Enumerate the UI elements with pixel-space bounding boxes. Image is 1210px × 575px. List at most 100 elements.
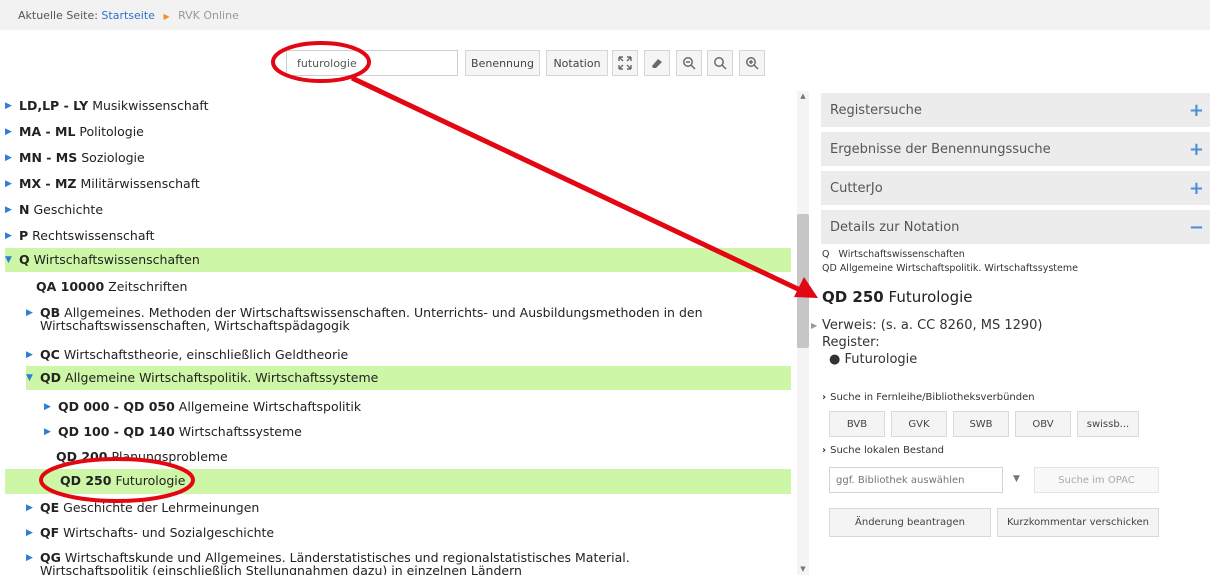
expand-triangle-icon[interactable]: ▶	[5, 228, 19, 244]
send-comment-button[interactable]: Kurzkommentar verschicken	[997, 508, 1159, 537]
tree-item-code: QD 200	[56, 449, 108, 464]
tree-item-code: P	[19, 228, 29, 243]
tree-item-expanded[interactable]: ▼ Q Wirtschaftswissenschaften	[5, 248, 791, 272]
tree-item-code: QE	[40, 500, 60, 515]
expand-triangle-icon[interactable]: ▶	[44, 399, 58, 415]
tree-item-code: QD 000 - QD 050	[58, 399, 175, 414]
accordion-details[interactable]: Details zur Notation −	[821, 210, 1210, 244]
tree-item-text: QG Wirtschaftskunde und Allgemeines. Länd…	[40, 550, 630, 575]
tree-item[interactable]: ▶ QC Wirtschaftstheorie, einschließlich G…	[26, 343, 791, 363]
tree-item-code: QA 10000	[36, 279, 105, 294]
tree-item-label: Politologie	[79, 124, 144, 139]
classification-tree: ▶ LD,LP - LY Musikwissenschaft ▶ MA - ML P…	[0, 91, 795, 575]
details-verweis: Verweis: (s. a. CC 8260, MS 1290)	[822, 318, 1043, 333]
lokal-title-text: Suche lokalen Bestand	[830, 445, 945, 456]
tree-item-expanded[interactable]: ▼ QD Allgemeine Wirtschaftspolitik. Wirts…	[26, 366, 791, 390]
library-button-swissbib[interactable]: swissb...	[1077, 411, 1139, 437]
tree-item[interactable]: ▶ QD 100 - QD 140 Wirtschaftssysteme	[44, 420, 791, 440]
chevron-down-icon[interactable]: ▼	[1013, 474, 1020, 484]
scroll-down-icon[interactable]: ▼	[797, 565, 809, 573]
expand-triangle-icon[interactable]: ▶	[5, 150, 19, 166]
library-button-bvb[interactable]: BVB	[829, 411, 885, 437]
tree-item[interactable]: QA 10000 Zeitschriften	[36, 275, 791, 295]
accordion-title: Registersuche	[830, 102, 922, 118]
breadcrumb-prefix: Aktuelle Seite:	[18, 9, 98, 22]
tree-item[interactable]: ▶ N Geschichte	[5, 198, 791, 218]
expand-button[interactable]	[612, 50, 638, 76]
details-path-1: Q Wirtschaftswissenschaften	[822, 249, 965, 260]
tree-item-label: Allgemeine Wirtschaftspolitik	[178, 399, 362, 414]
tree-item-label: Wirtschafts- und Sozialgeschichte	[63, 525, 275, 540]
plus-icon: +	[1188, 99, 1204, 121]
tree-item[interactable]: ▶ MN - MS Soziologie	[5, 146, 791, 166]
plus-icon: +	[1188, 177, 1204, 199]
tree-item[interactable]: ▶ P Rechtswissenschaft	[5, 224, 791, 244]
library-button-gvk[interactable]: GVK	[891, 411, 947, 437]
expand-triangle-icon[interactable]: ▶	[44, 424, 58, 440]
tree-item-label: Wirtschaftstheorie, einschließlich Geldt…	[63, 347, 349, 362]
expand-triangle-icon[interactable]: ▶	[5, 98, 19, 114]
expand-triangle-icon[interactable]: ▶	[5, 202, 19, 218]
search-input[interactable]	[286, 50, 458, 76]
tree-item-label: Planungsprobleme	[111, 449, 228, 464]
tree-item-label: Wirtschaftswissenschaften	[33, 252, 200, 267]
tree-item[interactable]: ▶ QG Wirtschaftskunde und Allgemeines. Lä…	[26, 546, 791, 575]
zoom-out-button[interactable]	[676, 50, 702, 76]
tree-item-code: QD	[40, 370, 62, 385]
opac-search-button[interactable]: Suche im OPAC	[1034, 467, 1159, 493]
tree-item-code: MA - ML	[19, 124, 76, 139]
tree-item-label: Geschichte der Lehrmeinungen	[63, 500, 260, 515]
eraser-button[interactable]	[644, 50, 670, 76]
tree-item-label: Wirtschaftssysteme	[178, 424, 302, 439]
notation-search-button[interactable]: Notation	[546, 50, 608, 76]
eraser-icon	[652, 59, 662, 68]
accordion-registersuche[interactable]: Registersuche +	[821, 93, 1210, 127]
chevron-right-icon: ›	[822, 392, 827, 403]
tree-item[interactable]: ▶ MX - MZ Militärwissenschaft	[5, 172, 791, 192]
collapse-triangle-icon[interactable]: ▼	[26, 370, 40, 386]
search-button[interactable]	[707, 50, 733, 76]
accordion-cutterjo[interactable]: CutterJo +	[821, 171, 1210, 205]
tree-item[interactable]: ▶ QB Allgemeines. Methoden der Wirtschaft…	[26, 301, 791, 334]
search-icon	[714, 57, 727, 70]
breadcrumb-home-link[interactable]: Startseite	[101, 9, 155, 22]
tree-item[interactable]: ▶ MA - ML Politologie	[5, 120, 791, 140]
tree-item-selected[interactable]: QD 250 Futurologie	[5, 469, 791, 494]
zoom-in-button[interactable]	[739, 50, 765, 76]
tree-item-code: QF	[40, 525, 60, 540]
tree-item-code: QC	[40, 347, 60, 362]
details-name: Futurologie	[888, 288, 973, 306]
breadcrumb-current: RVK Online	[178, 9, 239, 22]
tree-item-code: Q	[19, 252, 30, 267]
tree-item[interactable]: ▶ LD,LP - LY Musikwissenschaft	[5, 94, 791, 114]
expand-triangle-icon[interactable]: ▶	[26, 525, 40, 541]
library-select[interactable]	[829, 467, 1003, 493]
expand-triangle-icon[interactable]: ▶	[5, 124, 19, 140]
benennung-search-button[interactable]: Benennung	[465, 50, 540, 76]
request-change-button[interactable]: Änderung beantragen	[829, 508, 991, 537]
expand-triangle-icon[interactable]: ▶	[26, 500, 40, 516]
accordion-title: Details zur Notation	[830, 219, 960, 235]
accordion-title: Ergebnisse der Benennungssuche	[830, 141, 1051, 157]
tree-item[interactable]: QD 200 Planungsprobleme	[56, 445, 791, 465]
tree-scrollbar-thumb[interactable]	[797, 214, 809, 348]
expand-triangle-icon[interactable]: ▶	[26, 550, 40, 566]
tree-item-label: Soziologie	[81, 150, 145, 165]
tree-item-code: QD 100 - QD 140	[58, 424, 175, 439]
details-code: QD 250	[822, 288, 884, 306]
expand-triangle-icon[interactable]: ▶	[26, 305, 40, 321]
library-button-swb[interactable]: SWB	[953, 411, 1009, 437]
tree-item[interactable]: ▶ QF Wirtschafts- und Sozialgeschichte	[26, 521, 791, 541]
verweis-label: Verweis:	[822, 318, 877, 333]
tree-item[interactable]: ▶ QD 000 - QD 050 Allgemeine Wirtschaftsp…	[44, 395, 791, 415]
scroll-up-icon[interactable]: ▲	[797, 92, 809, 100]
splitter-handle-icon[interactable]: ▶	[811, 321, 817, 330]
collapse-triangle-icon[interactable]: ▼	[5, 252, 19, 268]
expand-triangle-icon[interactable]: ▶	[5, 176, 19, 192]
accordion-benennungssuche[interactable]: Ergebnisse der Benennungssuche +	[821, 132, 1210, 166]
tree-item-code: N	[19, 202, 30, 217]
details-path-2: QD Allgemeine Wirtschaftspolitik. Wirtsc…	[822, 263, 1078, 274]
expand-triangle-icon[interactable]: ▶	[26, 347, 40, 363]
tree-item[interactable]: ▶ QE Geschichte der Lehrmeinungen	[26, 496, 791, 516]
library-button-obv[interactable]: OBV	[1015, 411, 1071, 437]
